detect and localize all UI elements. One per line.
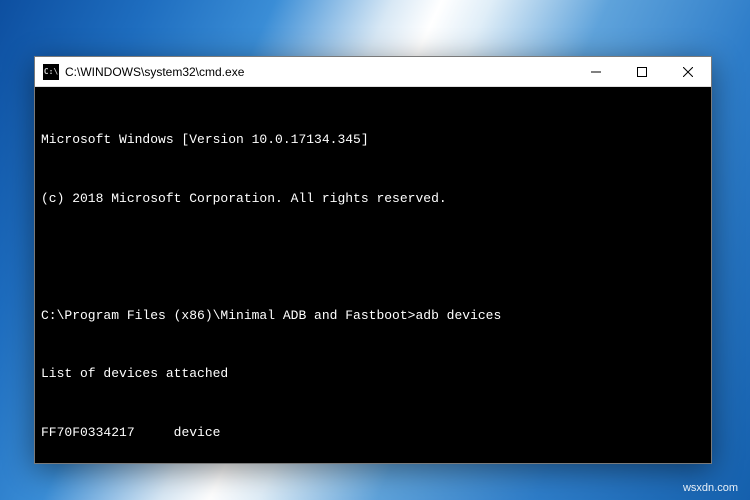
device-row: FF70F0334217 device — [41, 423, 705, 443]
close-button[interactable] — [665, 57, 711, 86]
minimize-button[interactable] — [573, 57, 619, 86]
devices-header: List of devices attached — [41, 364, 705, 384]
desktop-background: C:\ C:\WINDOWS\system32\cmd.exe Microsof… — [0, 0, 750, 500]
window-controls — [573, 57, 711, 86]
blank-line — [41, 247, 705, 267]
titlebar[interactable]: C:\ C:\WINDOWS\system32\cmd.exe — [35, 57, 711, 87]
window-title: C:\WINDOWS\system32\cmd.exe — [65, 65, 573, 79]
device-serial: FF70F0334217 — [41, 425, 135, 440]
cmd-window: C:\ C:\WINDOWS\system32\cmd.exe Microsof… — [34, 56, 712, 464]
copyright-line: (c) 2018 Microsoft Corporation. All righ… — [41, 189, 705, 209]
prompt-line: C:\Program Files (x86)\Minimal ADB and F… — [41, 306, 705, 326]
watermark-text: wsxdn.com — [683, 482, 738, 494]
cmd-icon: C:\ — [43, 64, 59, 80]
command-text: adb devices — [415, 308, 501, 323]
prompt-path: C:\Program Files (x86)\Minimal ADB and F… — [41, 308, 415, 323]
version-line: Microsoft Windows [Version 10.0.17134.34… — [41, 130, 705, 150]
terminal-body[interactable]: Microsoft Windows [Version 10.0.17134.34… — [35, 87, 711, 463]
device-state: device — [174, 425, 221, 440]
maximize-button[interactable] — [619, 57, 665, 86]
